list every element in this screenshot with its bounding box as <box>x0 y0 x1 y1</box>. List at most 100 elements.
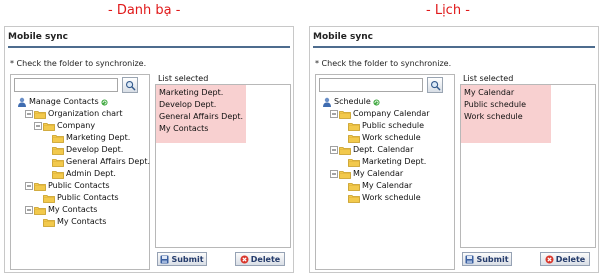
search-input[interactable] <box>319 78 423 92</box>
list-item[interactable]: Public schedule <box>464 99 526 111</box>
list-selected-label: List selected <box>463 74 514 83</box>
tree-node-leaf[interactable]: Work schedule <box>320 192 452 204</box>
tree-node-label: Marketing Dept. <box>362 157 427 166</box>
search-input[interactable] <box>14 78 118 92</box>
list-item[interactable]: Work schedule <box>464 111 526 123</box>
save-icon <box>160 255 169 264</box>
tree-node-leaf[interactable]: My Calendar <box>320 180 452 192</box>
delete-icon <box>240 255 249 264</box>
tree-node-label: Work schedule <box>362 133 421 142</box>
collapse-icon[interactable] <box>25 182 33 190</box>
delete-label: Delete <box>555 254 586 264</box>
submit-button[interactable]: Submit <box>462 252 512 266</box>
instruction-text: * Check the folder to synchronize. <box>315 59 452 68</box>
tree-node-leaf[interactable]: Marketing Dept. <box>320 156 452 168</box>
tree-node-label: Marketing Dept. <box>66 133 131 142</box>
tree-node-label: Manage Contacts <box>29 97 99 106</box>
tree-node-leaf[interactable]: General Affairs Dept. <box>15 156 150 168</box>
tree-node-label: Schedule <box>334 97 371 106</box>
folder-icon <box>34 110 46 119</box>
tree-node-my-calendar[interactable]: My Calendar <box>320 168 452 180</box>
tree-node-leaf[interactable]: Admin Dept. <box>15 168 147 180</box>
tree-node-label: Dept. Calendar <box>353 145 414 154</box>
folder-icon <box>43 218 55 227</box>
collapse-icon[interactable] <box>330 110 338 118</box>
folder-tree: Schedule Company Calendar Public schedul… <box>320 96 452 204</box>
tree-node-leaf[interactable]: Develop Dept. <box>15 144 147 156</box>
search-button[interactable] <box>122 77 138 93</box>
folder-icon <box>339 146 351 155</box>
search-icon <box>430 80 441 91</box>
collapse-icon[interactable] <box>25 206 33 214</box>
tree-root[interactable]: Manage Contacts <box>15 96 147 108</box>
folder-icon <box>348 194 360 203</box>
contacts-icon <box>17 97 27 107</box>
mobile-sync-panel-contacts: Mobile sync * Check the folder to synchr… <box>4 26 294 273</box>
folder-icon <box>34 206 46 215</box>
collapse-icon[interactable] <box>330 170 338 178</box>
collapse-icon[interactable] <box>330 146 338 154</box>
caption-contacts: - Danh bạ - <box>108 3 181 18</box>
folder-tree-box: Schedule Company Calendar Public schedul… <box>315 74 455 270</box>
tree-node-leaf[interactable]: Work schedule <box>320 132 452 144</box>
refresh-icon[interactable] <box>101 99 108 106</box>
tree-node-dept-calendar[interactable]: Dept. Calendar <box>320 144 452 156</box>
tree-node-leaf[interactable]: My Contacts <box>15 216 147 228</box>
tree-node-label: Admin Dept. <box>66 169 116 178</box>
tree-node-company[interactable]: Company <box>15 120 147 132</box>
caption-calendar: - Lịch - <box>426 3 470 18</box>
tree-node-public-contacts[interactable]: Public Contacts <box>15 180 147 192</box>
folder-icon <box>52 170 64 179</box>
tree-node-leaf[interactable]: Marketing Dept. <box>15 132 147 144</box>
folder-icon <box>43 122 55 131</box>
folder-icon <box>348 182 360 191</box>
selected-list: Marketing Dept. Develop Dept. General Af… <box>155 84 291 248</box>
tree-node-label: My Calendar <box>353 169 404 178</box>
submit-label: Submit <box>171 254 204 264</box>
folder-icon <box>348 134 360 143</box>
mobile-sync-panel-calendar: Mobile sync * Check the folder to synchr… <box>309 26 599 273</box>
list-item[interactable]: Marketing Dept. <box>159 87 243 99</box>
tree-node-my-contacts[interactable]: My Contacts <box>15 204 147 216</box>
list-item[interactable]: General Affairs Dept. <box>159 111 243 123</box>
folder-icon <box>43 194 55 203</box>
tree-node-label: Organization chart <box>48 109 123 118</box>
list-item[interactable]: Develop Dept. <box>159 99 243 111</box>
tree-node-label: Public Contacts <box>57 193 119 202</box>
search-button[interactable] <box>427 77 443 93</box>
folder-icon <box>339 110 351 119</box>
refresh-icon[interactable] <box>373 99 380 106</box>
title-divider <box>8 46 290 48</box>
tree-node-label: My Contacts <box>57 217 107 226</box>
instruction-text: * Check the folder to synchronize. <box>10 59 147 68</box>
list-item[interactable]: My Contacts <box>159 123 243 135</box>
panel-title: Mobile sync <box>313 32 373 42</box>
delete-button[interactable]: Delete <box>235 252 285 266</box>
tree-root[interactable]: Schedule <box>320 96 452 108</box>
tree-node-company-calendar[interactable]: Company Calendar <box>320 108 452 120</box>
folder-tree-box: Manage Contacts Organization chart Compa… <box>10 74 150 270</box>
tree-node-label: Public Contacts <box>48 181 110 190</box>
panel-title: Mobile sync <box>8 32 68 42</box>
folder-icon <box>339 170 351 179</box>
tree-node-org-chart[interactable]: Organization chart <box>15 108 147 120</box>
folder-tree: Manage Contacts Organization chart Compa… <box>15 96 150 228</box>
folder-icon <box>52 134 64 143</box>
folder-icon <box>52 146 64 155</box>
submit-button[interactable]: Submit <box>157 252 207 266</box>
list-item[interactable]: My Calendar <box>464 87 526 99</box>
schedule-icon <box>322 97 332 107</box>
submit-label: Submit <box>476 254 509 264</box>
tree-node-leaf[interactable]: Public schedule <box>320 120 452 132</box>
folder-icon <box>348 122 360 131</box>
tree-node-label: My Contacts <box>48 205 98 214</box>
tree-node-label: Work schedule <box>362 193 421 202</box>
tree-node-leaf[interactable]: Public Contacts <box>15 192 147 204</box>
search-icon <box>125 80 136 91</box>
save-icon <box>465 255 474 264</box>
title-divider <box>313 46 595 48</box>
collapse-icon[interactable] <box>25 110 33 118</box>
folder-icon <box>34 182 46 191</box>
collapse-icon[interactable] <box>34 122 42 130</box>
delete-button[interactable]: Delete <box>540 252 590 266</box>
